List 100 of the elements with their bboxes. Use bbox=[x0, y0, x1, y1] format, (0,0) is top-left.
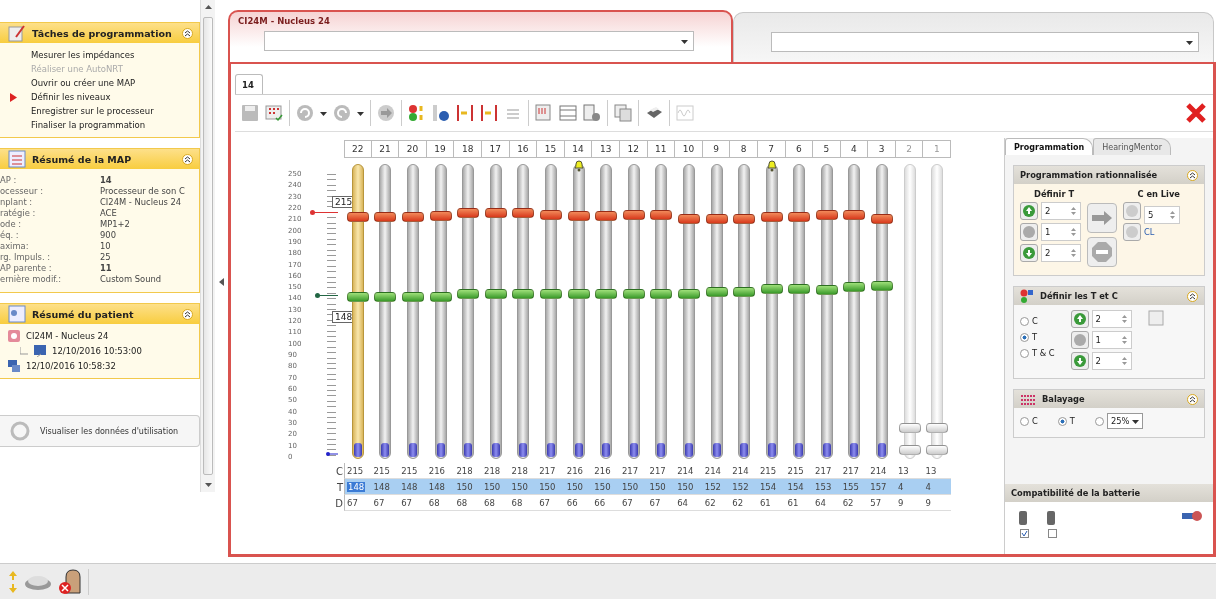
document-tab[interactable]: CI24M - Nucleus 24 bbox=[228, 10, 733, 62]
value-cell[interactable]: 154 bbox=[757, 479, 786, 495]
field-label: ode : bbox=[0, 219, 23, 229]
channel-number[interactable]: 22 bbox=[344, 140, 372, 158]
row-label: T bbox=[335, 480, 344, 495]
field-label: ernière modif.: bbox=[0, 274, 63, 284]
map-tab[interactable]: 14 bbox=[235, 74, 263, 94]
panel-tab[interactable]: Programmation bbox=[1005, 138, 1094, 155]
value-cell[interactable]: 150 bbox=[509, 479, 538, 495]
value-cell[interactable]: 4 bbox=[923, 479, 952, 495]
task-link[interactable]: Définir les niveaux bbox=[31, 92, 111, 102]
value-cell[interactable]: 150 bbox=[675, 479, 703, 495]
radio-label: T bbox=[1069, 416, 1075, 426]
number-field[interactable]: 5 bbox=[1144, 206, 1180, 224]
task-link[interactable]: Enregistrer sur le processeur bbox=[31, 106, 154, 116]
value-cell[interactable]: 150 bbox=[481, 479, 510, 495]
channel-number[interactable]: 20 bbox=[399, 140, 427, 158]
radio-label: C bbox=[1032, 416, 1038, 426]
column-label: C en Live bbox=[1137, 189, 1180, 199]
radio-label: T bbox=[1032, 332, 1038, 342]
channel-number[interactable]: 3 bbox=[868, 140, 896, 158]
usage-data-button[interactable]: Visualiser les données d'utilisation bbox=[0, 415, 200, 447]
field-label: nplant : bbox=[0, 197, 34, 207]
number-field[interactable]: 2 bbox=[1041, 244, 1081, 262]
channel-number[interactable]: 7 bbox=[757, 140, 786, 158]
task-link[interactable]: Finaliser la programmation bbox=[31, 120, 146, 130]
section-title: Balayage bbox=[1042, 394, 1086, 404]
value-cell[interactable]: 148 bbox=[426, 479, 455, 495]
field-label: axima: bbox=[0, 241, 30, 251]
value-cell[interactable]: 150 bbox=[592, 479, 620, 495]
channel-number[interactable]: 19 bbox=[426, 140, 455, 158]
value-cell[interactable]: 150 bbox=[647, 479, 676, 495]
channel-number[interactable]: 9 bbox=[702, 140, 731, 158]
value-cell[interactable]: 4 bbox=[895, 479, 924, 495]
tree-item[interactable]: CI24M - Nucleus 24 bbox=[26, 331, 109, 341]
number-field[interactable]: 2 bbox=[1091, 352, 1132, 370]
tree-item[interactable]: 12/10/2016 10:58:32 bbox=[26, 361, 116, 371]
value-cell[interactable]: 150 bbox=[537, 479, 565, 495]
number-field[interactable]: 2 bbox=[1041, 202, 1081, 220]
field-value: 900 bbox=[100, 230, 117, 240]
field-label: AP : bbox=[0, 175, 18, 185]
selected-value-cell[interactable]: 148 bbox=[344, 479, 372, 495]
value-cell[interactable]: 150 bbox=[619, 479, 648, 495]
channel-number[interactable]: 8 bbox=[730, 140, 758, 158]
channel-number[interactable]: 10 bbox=[675, 140, 703, 158]
field-value: ACE bbox=[100, 208, 118, 218]
value-cell[interactable]: 67 bbox=[344, 495, 372, 511]
value-cell[interactable]: 153 bbox=[813, 479, 841, 495]
field-value: MP1+2 bbox=[100, 219, 131, 229]
value-cell[interactable]: 154 bbox=[785, 479, 814, 495]
value-cell[interactable]: 150 bbox=[454, 479, 482, 495]
field-label: ratégie : bbox=[0, 208, 37, 218]
percent-dropdown[interactable]: 25% bbox=[1106, 413, 1143, 429]
channel-number[interactable]: 14 bbox=[564, 140, 593, 158]
field-label: éq. : bbox=[0, 230, 20, 240]
field-label: AP parente : bbox=[0, 263, 53, 273]
row-label: D bbox=[334, 496, 344, 511]
channel-number[interactable]: 16 bbox=[509, 140, 538, 158]
tab-title: CI24M - Nucleus 24 bbox=[238, 16, 331, 26]
number-field[interactable]: 1 bbox=[1091, 331, 1132, 349]
section-title: Résumé du patient bbox=[32, 308, 135, 320]
value-cell[interactable]: 150 bbox=[564, 479, 593, 495]
value-cell[interactable]: 215 bbox=[344, 463, 372, 479]
channel-number[interactable]: 11 bbox=[647, 140, 676, 158]
section-title: Programmation rationnalisée bbox=[1020, 170, 1159, 180]
value-cell[interactable]: 152 bbox=[730, 479, 758, 495]
channel-number[interactable]: 12 bbox=[619, 140, 648, 158]
section-title: Résumé de la MAP bbox=[32, 153, 133, 165]
field-label: ocesseur : bbox=[0, 186, 44, 196]
task-link[interactable]: Ouvrir ou créer une MAP bbox=[31, 78, 136, 88]
row-label: C bbox=[335, 464, 344, 479]
panel-tab[interactable]: HearingMentor bbox=[1093, 138, 1171, 155]
value-cell[interactable]: 157 bbox=[868, 479, 896, 495]
section-title: Compatibilité de la batterie bbox=[1011, 488, 1142, 498]
section-title: Définir les T et C bbox=[1040, 291, 1119, 301]
radio-label: T & C bbox=[1032, 348, 1055, 358]
value-cell[interactable]: 155 bbox=[840, 479, 869, 495]
channel-number[interactable]: 21 bbox=[371, 140, 400, 158]
value-cell[interactable]: 148 bbox=[399, 479, 427, 495]
field-value: Processeur de son C bbox=[100, 186, 186, 196]
field-value: 14 bbox=[100, 175, 113, 185]
field-value: 25 bbox=[100, 252, 112, 262]
task-link[interactable]: Mesurer les impédances bbox=[31, 50, 135, 60]
number-field[interactable]: 1 bbox=[1041, 223, 1081, 241]
value-cell[interactable]: 148 bbox=[371, 479, 400, 495]
channel-number[interactable]: 17 bbox=[481, 140, 510, 158]
number-field[interactable]: 2 bbox=[1091, 310, 1132, 328]
value-cell[interactable]: 152 bbox=[702, 479, 731, 495]
channel-number[interactable]: 15 bbox=[537, 140, 565, 158]
radio-label: C bbox=[1032, 316, 1038, 326]
field-value: 11 bbox=[100, 263, 113, 273]
column-label: Définir T bbox=[1033, 189, 1075, 199]
field-label: rg. Impuls. : bbox=[0, 252, 52, 262]
channel-number[interactable]: 5 bbox=[813, 140, 841, 158]
channel-number[interactable]: 18 bbox=[454, 140, 482, 158]
tree-item[interactable]: 12/10/2016 10:53:00 bbox=[52, 346, 142, 356]
channel-number[interactable]: 13 bbox=[592, 140, 620, 158]
field-value: CI24M - Nucleus 24 bbox=[100, 197, 183, 207]
channel-number[interactable]: 6 bbox=[785, 140, 814, 158]
channel-number[interactable]: 4 bbox=[840, 140, 869, 158]
